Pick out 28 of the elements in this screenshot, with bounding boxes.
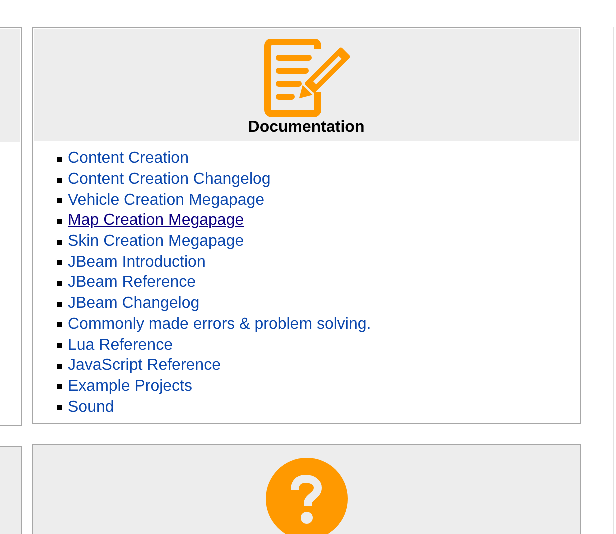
doc-link[interactable]: Content Creation Changelog <box>68 171 271 190</box>
doc-link[interactable]: Sound <box>68 398 114 417</box>
doc-link[interactable]: JavaScript Reference <box>68 357 221 376</box>
bullet-icon <box>57 405 62 410</box>
bullet-icon <box>57 198 62 204</box>
doc-link[interactable]: Vehicle Creation Megapage <box>68 192 265 210</box>
doc-link[interactable]: Commonly made errors & problem solving. <box>68 316 372 334</box>
card-title: Documentation <box>248 119 365 137</box>
bullet-icon <box>57 302 62 307</box>
doc-link[interactable]: Skin Creation Megapage <box>68 233 244 252</box>
bullet-icon <box>57 218 62 224</box>
bullet-icon <box>57 156 62 162</box>
doc-link[interactable]: JBeam Reference <box>68 274 196 292</box>
doc-link[interactable]: JBeam Changelog <box>68 295 200 314</box>
doc-link[interactable]: Content Creation <box>68 150 189 168</box>
doc-link[interactable]: Map Creation Megapage <box>68 212 244 230</box>
document-pencil-icon <box>264 39 350 117</box>
bullet-icon <box>57 364 62 369</box>
doc-link[interactable]: Example Projects <box>68 378 192 396</box>
bullet-icon <box>57 280 62 286</box>
bullet-icon <box>57 384 62 390</box>
bullet-icon <box>57 260 62 266</box>
doc-link[interactable]: Lua Reference <box>68 336 173 355</box>
bullet-icon <box>57 343 62 348</box>
bullet-icon <box>57 240 62 245</box>
bullet-icon <box>57 322 62 328</box>
bullet-icon <box>57 178 62 183</box>
doc-link[interactable]: JBeam Introduction <box>68 254 206 272</box>
